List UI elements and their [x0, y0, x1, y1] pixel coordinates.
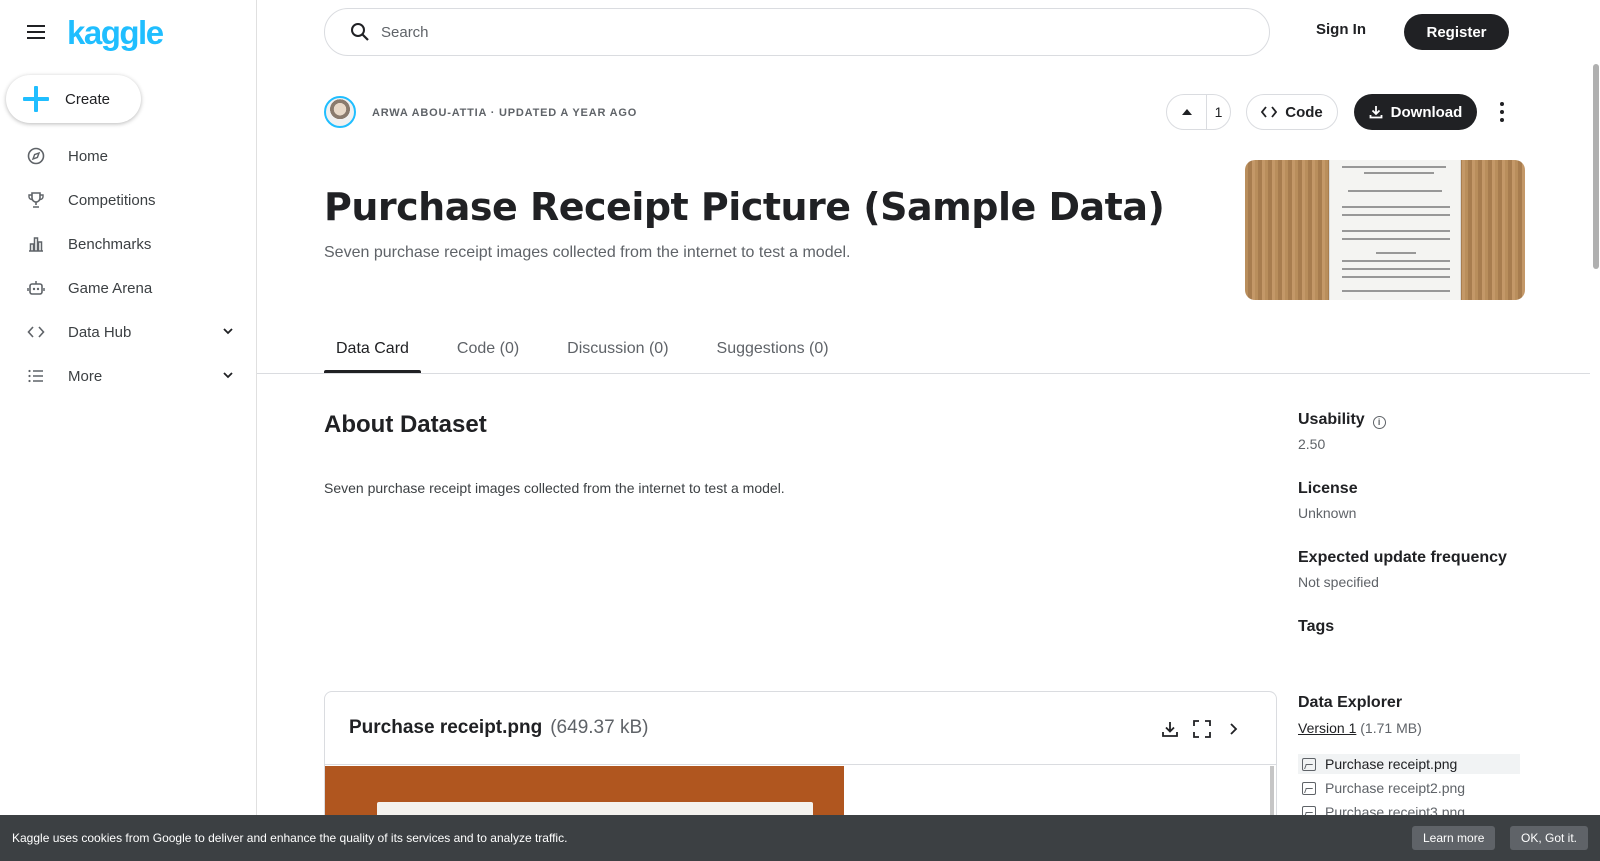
sidebar-item-competitions[interactable]: Competitions: [0, 178, 256, 222]
license-value: Unknown: [1298, 505, 1357, 521]
chevron-down-icon[interactable]: [222, 368, 234, 386]
search-icon: [349, 21, 371, 43]
sidebar-item-label: More: [68, 367, 103, 385]
file-name: Purchase receipt.png: [1325, 756, 1458, 772]
download-icon: [1369, 106, 1383, 119]
sidebar-item-label: Competitions: [68, 191, 156, 209]
version-size: (1.71 MB): [1356, 720, 1422, 736]
code-button[interactable]: Code: [1246, 94, 1338, 130]
avatar[interactable]: [324, 96, 356, 128]
page-subtitle: Seven purchase receipt images collected …: [324, 244, 851, 261]
cookie-ok-button[interactable]: OK, Got it.: [1510, 826, 1589, 850]
tabs-divider: [257, 373, 1590, 374]
sidebar-item-home[interactable]: Home: [0, 134, 256, 178]
author-meta: ARWA ABOU-ATTIA · UPDATED A YEAR AGO: [372, 107, 638, 119]
sidebar-item-label: Benchmarks: [68, 235, 152, 253]
about-body: Seven purchase receipt images collected …: [324, 480, 785, 496]
create-button[interactable]: Create: [6, 75, 141, 123]
image-icon: [1302, 757, 1316, 771]
info-icon[interactable]: i: [1372, 416, 1386, 429]
cookie-banner: Kaggle uses cookies from Google to deliv…: [0, 815, 1600, 861]
code-icon: [1261, 106, 1278, 118]
register-button[interactable]: Register: [1404, 14, 1509, 50]
tags-heading: Tags: [1298, 618, 1335, 635]
version-link[interactable]: Version 1: [1298, 720, 1356, 736]
sidebar: kaggle Create Home Competitions Benchmar…: [0, 0, 257, 861]
kaggle-logo[interactable]: kaggle: [67, 14, 164, 52]
receipt-image: [1329, 160, 1461, 300]
cookie-text: Kaggle uses cookies from Google to deliv…: [12, 831, 568, 845]
cover-image: [1245, 160, 1525, 300]
sidebar-item-label: Game Arena: [68, 279, 153, 297]
tab-bar: Data Card Code (0) Discussion (0) Sugges…: [324, 336, 865, 374]
download-button-label: Download: [1390, 103, 1463, 121]
download-button[interactable]: Download: [1354, 94, 1477, 130]
sign-in-button[interactable]: Sign In: [1316, 21, 1366, 38]
download-icon[interactable]: [1158, 717, 1182, 741]
sidebar-item-data-hub[interactable]: Data Hub: [0, 310, 256, 354]
usability-value: 2.50: [1298, 436, 1326, 452]
code-button-label: Code: [1285, 103, 1323, 121]
file-preview-actions: [1150, 717, 1246, 741]
menu-icon[interactable]: [24, 20, 48, 44]
about-heading: About Dataset: [324, 411, 487, 438]
file-list-item[interactable]: Purchase receipt2.png: [1298, 778, 1520, 798]
create-label: Create: [65, 90, 111, 108]
tab-code[interactable]: Code (0): [445, 336, 531, 372]
list-icon: [26, 366, 46, 386]
usability-heading: Usability i: [1298, 411, 1386, 429]
trophy-icon: [26, 190, 46, 210]
data-explorer-heading: Data Explorer: [1298, 694, 1403, 711]
upvote-control: 1: [1166, 94, 1231, 130]
vote-count: 1: [1214, 104, 1223, 120]
file-name: Purchase receipt2.png: [1325, 780, 1466, 796]
sidebar-nav: Home Competitions Benchmarks Game Arena …: [0, 134, 256, 398]
usability-label: Usability: [1298, 411, 1365, 428]
search-input[interactable]: [381, 23, 1181, 41]
search-bar[interactable]: [324, 8, 1270, 56]
fullscreen-icon[interactable]: [1190, 717, 1214, 741]
file-preview-size: (649.37 kB): [550, 717, 649, 738]
version-info: Version 1 (1.71 MB): [1298, 720, 1422, 736]
chevron-right-icon[interactable]: [1222, 717, 1246, 741]
tab-discussion[interactable]: Discussion (0): [555, 336, 680, 372]
file-preview-name: Purchase receipt.png: [349, 717, 543, 738]
page-scrollbar-thumb[interactable]: [1593, 64, 1599, 269]
upvote-button[interactable]: [1167, 95, 1207, 129]
code-icon: [26, 322, 46, 342]
sidebar-item-label: Home: [68, 147, 109, 165]
page-title: Purchase Receipt Picture (Sample Data): [324, 185, 1165, 229]
plus-icon: [23, 86, 49, 112]
tab-suggestions[interactable]: Suggestions (0): [705, 336, 841, 372]
frequency-heading: Expected update frequency: [1298, 549, 1507, 566]
frequency-value: Not specified: [1298, 574, 1379, 590]
robot-icon: [26, 278, 46, 298]
tab-data-card[interactable]: Data Card: [324, 336, 421, 374]
compass-icon: [26, 146, 46, 166]
sidebar-item-more[interactable]: More: [0, 354, 256, 398]
file-preview-header: Purchase receipt.png (649.37 kB): [325, 692, 1276, 765]
learn-more-button[interactable]: Learn more: [1412, 826, 1496, 850]
kebab-icon[interactable]: [1496, 100, 1508, 124]
chevron-down-icon[interactable]: [222, 324, 234, 342]
license-heading: License: [1298, 480, 1358, 497]
sidebar-item-label: Data Hub: [68, 323, 132, 341]
sidebar-item-game-arena[interactable]: Game Arena: [0, 266, 256, 310]
bar-chart-icon: [26, 234, 46, 254]
sidebar-item-benchmarks[interactable]: Benchmarks: [0, 222, 256, 266]
image-icon: [1302, 781, 1316, 795]
arrow-up-icon: [1181, 109, 1192, 115]
file-list-item[interactable]: Purchase receipt.png: [1298, 754, 1520, 774]
